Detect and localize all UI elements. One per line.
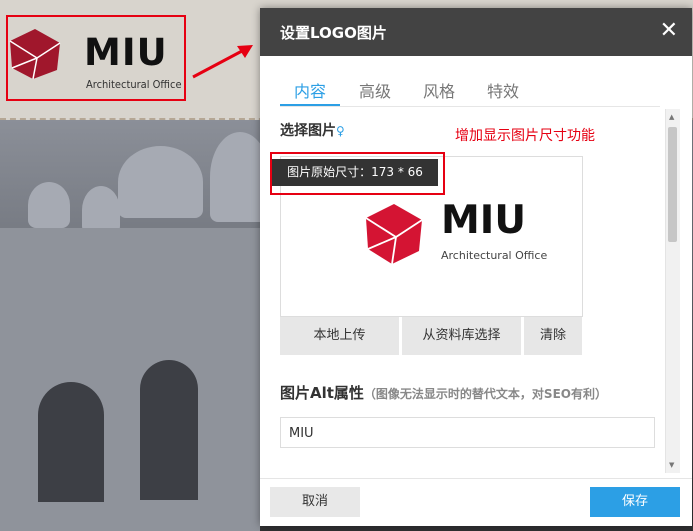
arch xyxy=(140,360,198,500)
red-arrow-icon xyxy=(192,45,253,79)
lightbulb-icon: ♀ xyxy=(336,124,345,138)
select-from-library-button[interactable]: 从资料库选择 xyxy=(402,317,521,355)
scroll-down-arrow-icon[interactable]: ▼ xyxy=(669,461,674,469)
dome xyxy=(82,186,120,234)
scroll-up-arrow-icon[interactable]: ▲ xyxy=(669,113,674,121)
tab-style[interactable]: 风格 xyxy=(423,78,455,102)
background-logo-subtitle: Architectural Office xyxy=(86,78,182,91)
image-size-tooltip: 图片原始尺寸：173 * 66 xyxy=(272,159,438,186)
alt-attribute-hint: （图像无法显示时的替代文本，对SEO有利） xyxy=(363,387,607,401)
save-button[interactable]: 保存 xyxy=(590,487,680,517)
tab-advanced[interactable]: 高级 xyxy=(359,78,391,102)
alt-text-input[interactable]: MIU xyxy=(280,417,655,448)
annotation-note: 增加显示图片尺寸功能 xyxy=(455,128,595,144)
dome xyxy=(118,146,203,218)
clear-button[interactable]: 清除 xyxy=(524,317,582,355)
background-logo-title: MIU xyxy=(84,31,168,74)
arch xyxy=(38,382,104,502)
logo-mark-icon xyxy=(9,29,61,80)
preview-logo-title: MIU xyxy=(441,198,526,243)
local-upload-button[interactable]: 本地上传 xyxy=(280,317,399,355)
select-image-label: 选择图片 xyxy=(280,123,336,139)
dialog-title: 设置LOGO图片 xyxy=(280,24,387,42)
close-icon[interactable]: ✕ xyxy=(660,18,678,43)
dome xyxy=(28,182,70,228)
alt-attribute-heading: 图片Alt属性（图像无法显示时的替代文本，对SEO有利） xyxy=(280,382,607,403)
cancel-button[interactable]: 取消 xyxy=(270,487,360,517)
preview-logo-mark-icon xyxy=(365,204,423,265)
tab-content[interactable]: 内容 xyxy=(280,78,341,106)
dialog-scrollbar[interactable]: ▲ ▼ xyxy=(665,109,680,473)
scroll-thumb[interactable] xyxy=(668,127,677,242)
logo-settings-dialog: 设置LOGO图片 ✕ 内容 高级 风格 特效 选择图片♀ 增加显示图片尺寸功能 … xyxy=(260,8,692,526)
preview-logo-subtitle: Architectural Office xyxy=(441,249,548,262)
dialog-footer: 取消 保存 xyxy=(260,478,692,526)
alt-attribute-label: 图片Alt属性 xyxy=(280,384,364,402)
dialog-header: 设置LOGO图片 ✕ xyxy=(260,8,692,56)
tab-effects[interactable]: 特效 xyxy=(487,78,519,102)
select-image-heading: 选择图片♀ xyxy=(280,120,345,140)
dialog-tabs: 内容 高级 风格 特效 xyxy=(280,76,660,107)
